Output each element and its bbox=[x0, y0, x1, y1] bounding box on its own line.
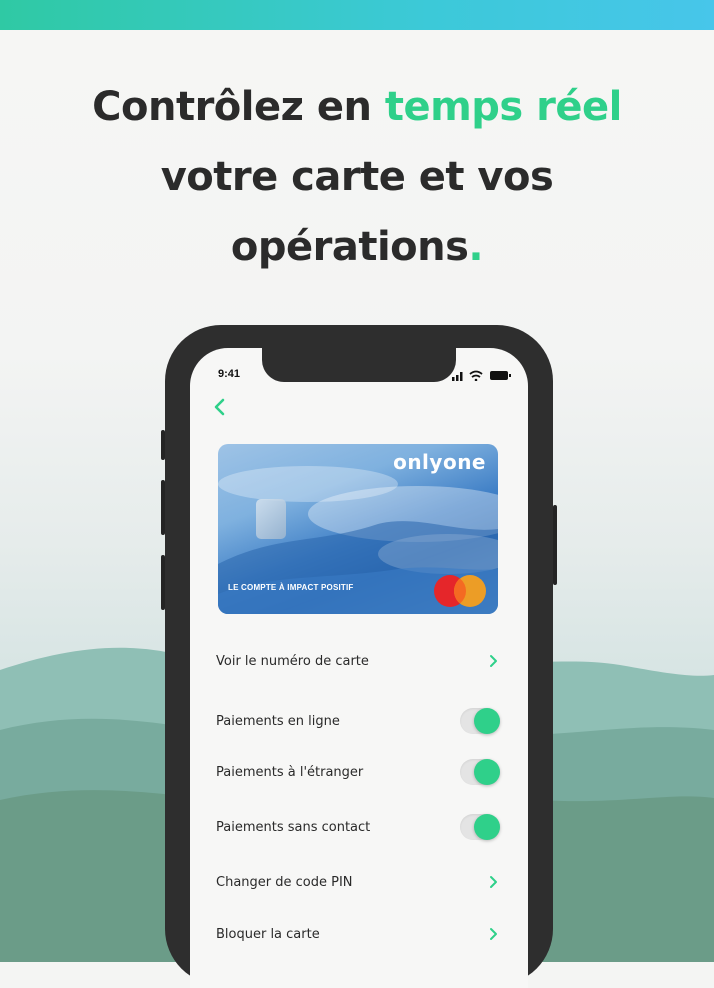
online-payments-row: Paiements en ligne bbox=[216, 705, 500, 737]
phone-side-button bbox=[161, 430, 165, 460]
battery-icon bbox=[490, 371, 511, 380]
foreign-payments-label: Paiements à l'étranger bbox=[216, 764, 364, 780]
headline-prefix: Contrôlez en bbox=[92, 84, 385, 130]
chevron-right-icon bbox=[490, 655, 497, 667]
chevron-right-icon bbox=[490, 928, 497, 940]
mastercard-logo-icon bbox=[434, 575, 486, 607]
status-icons bbox=[452, 370, 511, 381]
headline-accent: temps réel bbox=[384, 84, 623, 130]
block-card-label: Bloquer la carte bbox=[216, 926, 320, 942]
phone-volume-down bbox=[161, 555, 165, 610]
toggle-knob bbox=[474, 708, 500, 734]
online-payments-toggle[interactable] bbox=[460, 708, 500, 734]
wifi-icon bbox=[469, 370, 483, 381]
chevron-left-icon[interactable] bbox=[208, 395, 232, 419]
change-pin-row[interactable]: Changer de code PIN bbox=[216, 866, 500, 898]
headline: Contrôlez en temps réel votre carte et v… bbox=[0, 72, 714, 282]
foreign-payments-row: Paiements à l'étranger bbox=[216, 756, 500, 788]
headline-dot: . bbox=[468, 224, 484, 270]
top-gradient-bar bbox=[0, 0, 714, 30]
online-payments-label: Paiements en ligne bbox=[216, 713, 340, 729]
signal-icon bbox=[452, 372, 463, 381]
card-brand: onlyone bbox=[393, 450, 486, 474]
status-time: 9:41 bbox=[218, 368, 241, 380]
phone-power-button bbox=[553, 505, 557, 585]
card-chip bbox=[256, 499, 286, 539]
card-tagline: LE COMPTE À IMPACT POSITIF bbox=[228, 583, 354, 592]
contactless-payments-toggle[interactable] bbox=[460, 814, 500, 840]
contactless-payments-label: Paiements sans contact bbox=[216, 819, 371, 835]
change-pin-label: Changer de code PIN bbox=[216, 874, 353, 890]
phone-volume-up bbox=[161, 480, 165, 535]
headline-line-1: Contrôlez en temps réel bbox=[0, 72, 714, 142]
view-card-number-row[interactable]: Voir le numéro de carte bbox=[216, 645, 500, 677]
payment-card[interactable]: onlyone LE COMPTE À IMPACT POSITIF bbox=[218, 444, 498, 614]
phone-notch bbox=[262, 346, 456, 382]
toggle-knob bbox=[474, 759, 500, 785]
headline-line-3: opérations. bbox=[0, 212, 714, 282]
toggle-knob bbox=[474, 814, 500, 840]
block-card-row[interactable]: Bloquer la carte bbox=[216, 918, 500, 950]
headline-line-3-text: opérations bbox=[230, 224, 469, 270]
view-card-number-label: Voir le numéro de carte bbox=[216, 653, 369, 669]
foreign-payments-toggle[interactable] bbox=[460, 759, 500, 785]
chevron-right-icon bbox=[490, 876, 497, 888]
headline-line-2: votre carte et vos bbox=[160, 154, 554, 200]
contactless-payments-row: Paiements sans contact bbox=[216, 811, 500, 843]
